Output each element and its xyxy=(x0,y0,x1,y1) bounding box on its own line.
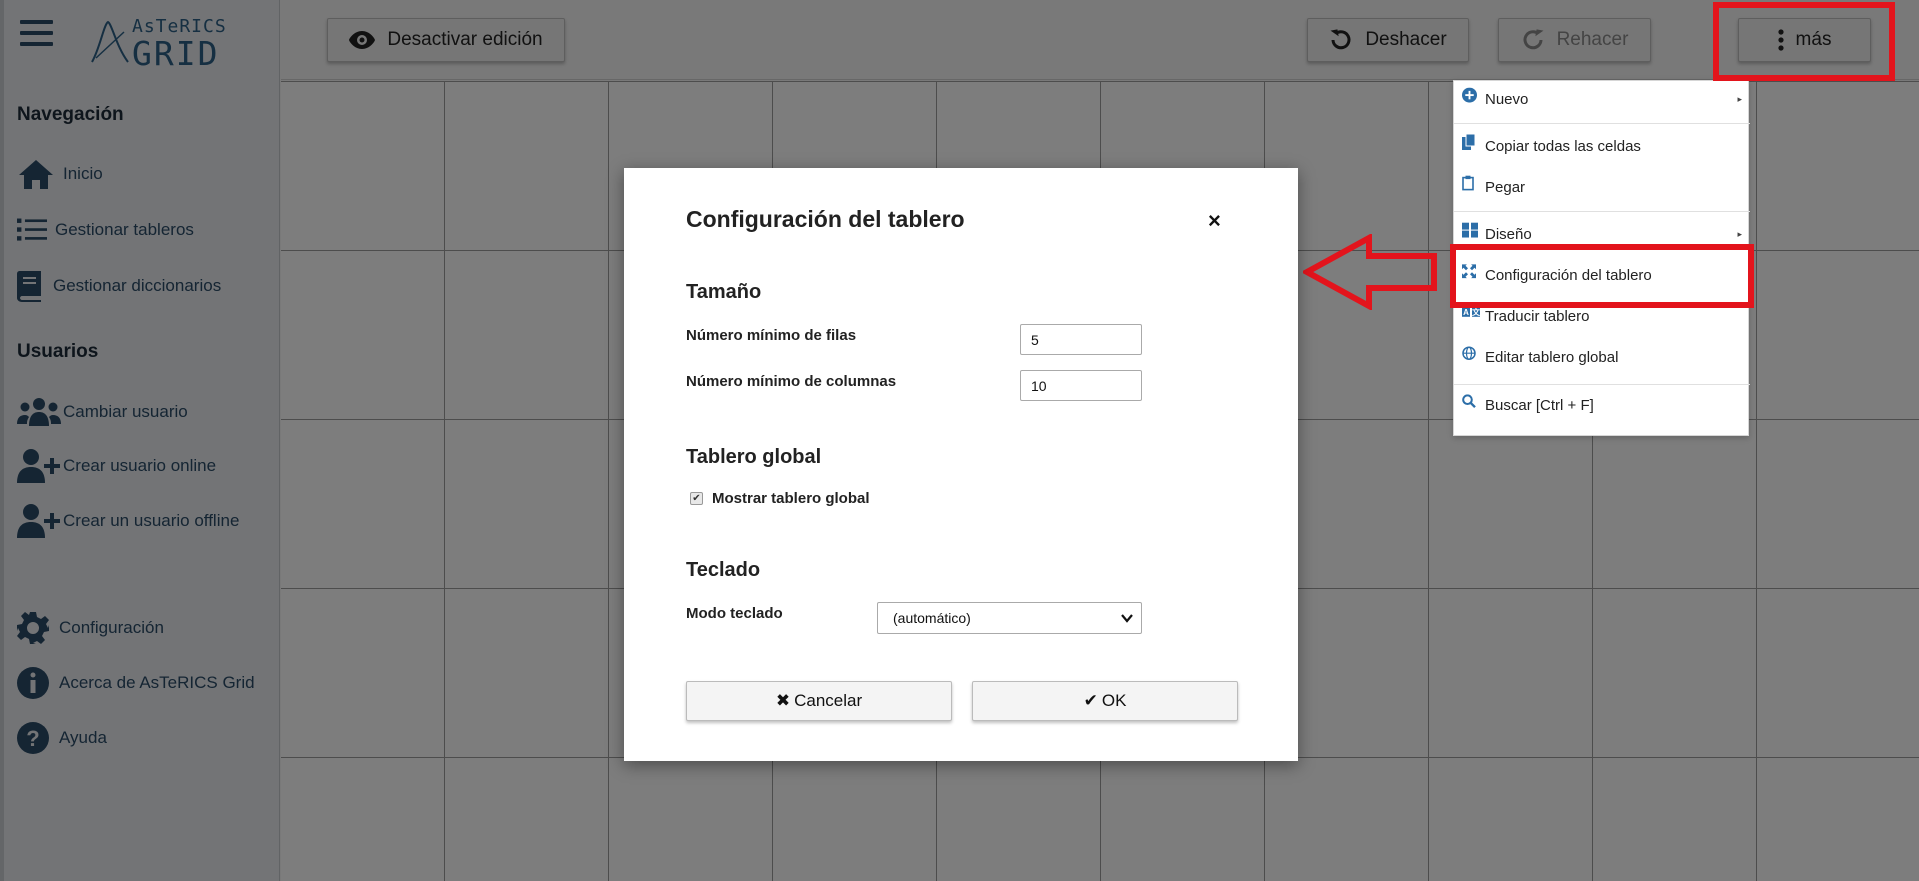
menu-item-edit-global-board[interactable]: Editar tablero global xyxy=(1454,339,1750,375)
keyboard-mode-value: (automático) xyxy=(893,610,971,626)
min-rows-input[interactable] xyxy=(1020,324,1142,355)
highlight-more-button xyxy=(1713,2,1895,81)
menu-item-search[interactable]: Buscar [Ctrl + F] xyxy=(1454,387,1750,423)
check-icon: ✔ xyxy=(692,493,701,504)
red-arrow-left-icon xyxy=(1303,234,1437,310)
submenu-arrow-icon: ▸ xyxy=(1737,228,1742,239)
times-icon: ✖ xyxy=(775,691,791,710)
menu-divider xyxy=(1454,211,1750,212)
menu-item-label: Copiar todas las celdas xyxy=(1485,137,1641,155)
min-cols-label: Número mínimo de columnas xyxy=(686,373,897,390)
submenu-arrow-icon: ▸ xyxy=(1737,93,1742,104)
menu-item-copy-all-cells[interactable]: Copiar todas las celdas xyxy=(1454,128,1750,164)
ok-label: OK xyxy=(1101,691,1127,710)
menu-item-label: Traducir tablero xyxy=(1485,307,1590,325)
menu-item-label: Editar tablero global xyxy=(1485,348,1619,366)
svg-text:文: 文 xyxy=(1472,307,1480,317)
min-rows-label: Número mínimo de filas xyxy=(686,327,857,344)
menu-item-label: Pegar xyxy=(1485,178,1526,196)
menu-item-paste[interactable]: Pegar xyxy=(1454,169,1750,205)
copy-icon xyxy=(1462,133,1476,154)
menu-item-new[interactable]: Nuevo ▸ xyxy=(1454,81,1750,117)
menu-item-label: Buscar [Ctrl + F] xyxy=(1485,396,1594,414)
svg-text:A: A xyxy=(1463,308,1469,317)
menu-item-label: Nuevo xyxy=(1485,90,1529,108)
translate-icon: A文 xyxy=(1462,306,1481,323)
keyboard-mode-label: Modo teclado xyxy=(686,605,783,622)
menu-divider xyxy=(1454,123,1750,124)
close-icon[interactable]: × xyxy=(1208,208,1221,234)
size-heading: Tamaño xyxy=(686,281,762,303)
show-global-board-checkbox[interactable]: ✔ xyxy=(690,492,703,505)
clipboard-icon xyxy=(1462,175,1474,195)
globe-icon xyxy=(1462,346,1476,364)
search-icon xyxy=(1462,394,1476,412)
menu-divider xyxy=(1454,384,1750,385)
cancel-label: Cancelar xyxy=(794,691,863,710)
menu-item-label: Diseño xyxy=(1485,225,1532,243)
chevron-down-icon xyxy=(1121,614,1133,623)
layout-icon xyxy=(1462,222,1478,242)
board-settings-dialog: Configuración del tablero × Tamaño Númer… xyxy=(624,168,1298,761)
plus-circle-icon xyxy=(1462,87,1477,107)
show-global-board-label: Mostrar tablero global xyxy=(712,490,870,507)
highlight-board-settings-item xyxy=(1450,244,1754,308)
keyboard-mode-select[interactable]: (automático) xyxy=(877,602,1142,634)
min-cols-input[interactable] xyxy=(1020,370,1142,401)
cancel-button[interactable]: ✖ Cancelar xyxy=(686,681,952,721)
keyboard-heading: Teclado xyxy=(686,559,761,581)
check-icon: ✔ xyxy=(1083,691,1098,710)
dialog-title: Configuración del tablero xyxy=(686,206,965,232)
ok-button[interactable]: ✔ OK xyxy=(972,681,1238,721)
global-board-heading: Tablero global xyxy=(686,446,822,468)
